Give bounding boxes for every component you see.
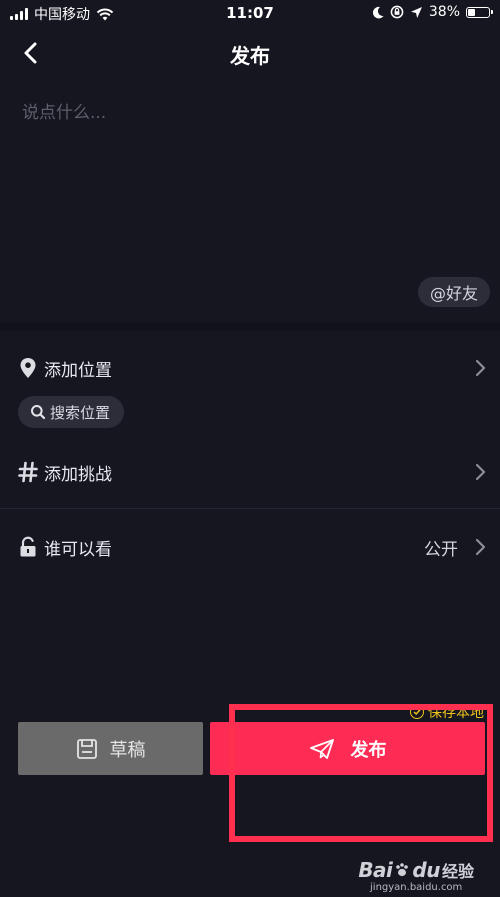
chevron-right-icon <box>475 463 486 481</box>
chevron-right-icon <box>475 359 486 377</box>
caption-input[interactable] <box>20 96 484 270</box>
battery-icon <box>466 6 493 18</box>
publish-screen: 中国移动 11:07 38% 发布 说点什么... @好友 添加位置 搜索位置 … <box>0 0 500 897</box>
save-local-label: 保存本地 <box>428 705 484 721</box>
back-button[interactable] <box>14 36 48 70</box>
baidu-jingyan-watermark: Bai du 经验 jingyan.baidu.com <box>358 858 474 893</box>
mention-friends-label: @好友 <box>429 284 478 303</box>
hashtag-icon <box>18 461 38 483</box>
search-location-label: 搜索位置 <box>50 403 111 422</box>
save-local-toggle[interactable]: 保存本地 <box>410 702 484 722</box>
chevron-right-icon <box>475 538 486 556</box>
search-icon <box>31 405 46 420</box>
add-challenge-label: 添加挑战 <box>44 465 112 485</box>
privacy-label: 谁可以看 <box>44 540 112 560</box>
draft-box-icon <box>76 738 97 759</box>
page-title: 发布 <box>230 44 270 68</box>
status-bar: 中国移动 11:07 38% <box>0 0 500 26</box>
location-arrow-icon <box>410 6 422 18</box>
chevron-left-icon <box>24 42 37 64</box>
watermark-url: jingyan.baidu.com <box>370 882 463 893</box>
search-location-button[interactable]: 搜索位置 <box>18 396 125 428</box>
draft-label: 草稿 <box>109 739 146 761</box>
row-divider <box>0 508 500 509</box>
watermark-cn-text: 经验 <box>441 862 474 881</box>
watermark-logo-tail: du <box>412 858 440 882</box>
moon-icon <box>372 6 384 18</box>
publish-button[interactable]: 发布 <box>210 722 485 775</box>
paw-icon <box>396 863 409 877</box>
watermark-logo-text: Bai <box>358 858 393 882</box>
rotation-lock-icon <box>390 5 404 19</box>
section-divider <box>0 323 500 331</box>
unlock-icon <box>20 536 36 557</box>
add-location-row[interactable]: 添加位置 <box>0 343 500 393</box>
battery-percent: 38% <box>428 4 460 20</box>
mention-friends-button[interactable]: @好友 <box>417 277 490 307</box>
check-circle-icon <box>410 705 424 719</box>
location-pin-icon <box>20 358 36 378</box>
privacy-row[interactable]: 谁可以看 公开 <box>0 522 500 572</box>
add-location-label: 添加位置 <box>44 361 112 381</box>
draft-button[interactable]: 草稿 <box>18 722 203 775</box>
privacy-value: 公开 <box>424 540 458 560</box>
caption-area: @好友 <box>0 84 500 324</box>
add-challenge-row[interactable]: 添加挑战 <box>0 447 500 497</box>
paper-plane-icon <box>309 738 334 759</box>
status-right: 38% <box>372 4 493 20</box>
publish-label: 发布 <box>350 739 387 761</box>
nav-bar: 发布 <box>0 28 500 78</box>
